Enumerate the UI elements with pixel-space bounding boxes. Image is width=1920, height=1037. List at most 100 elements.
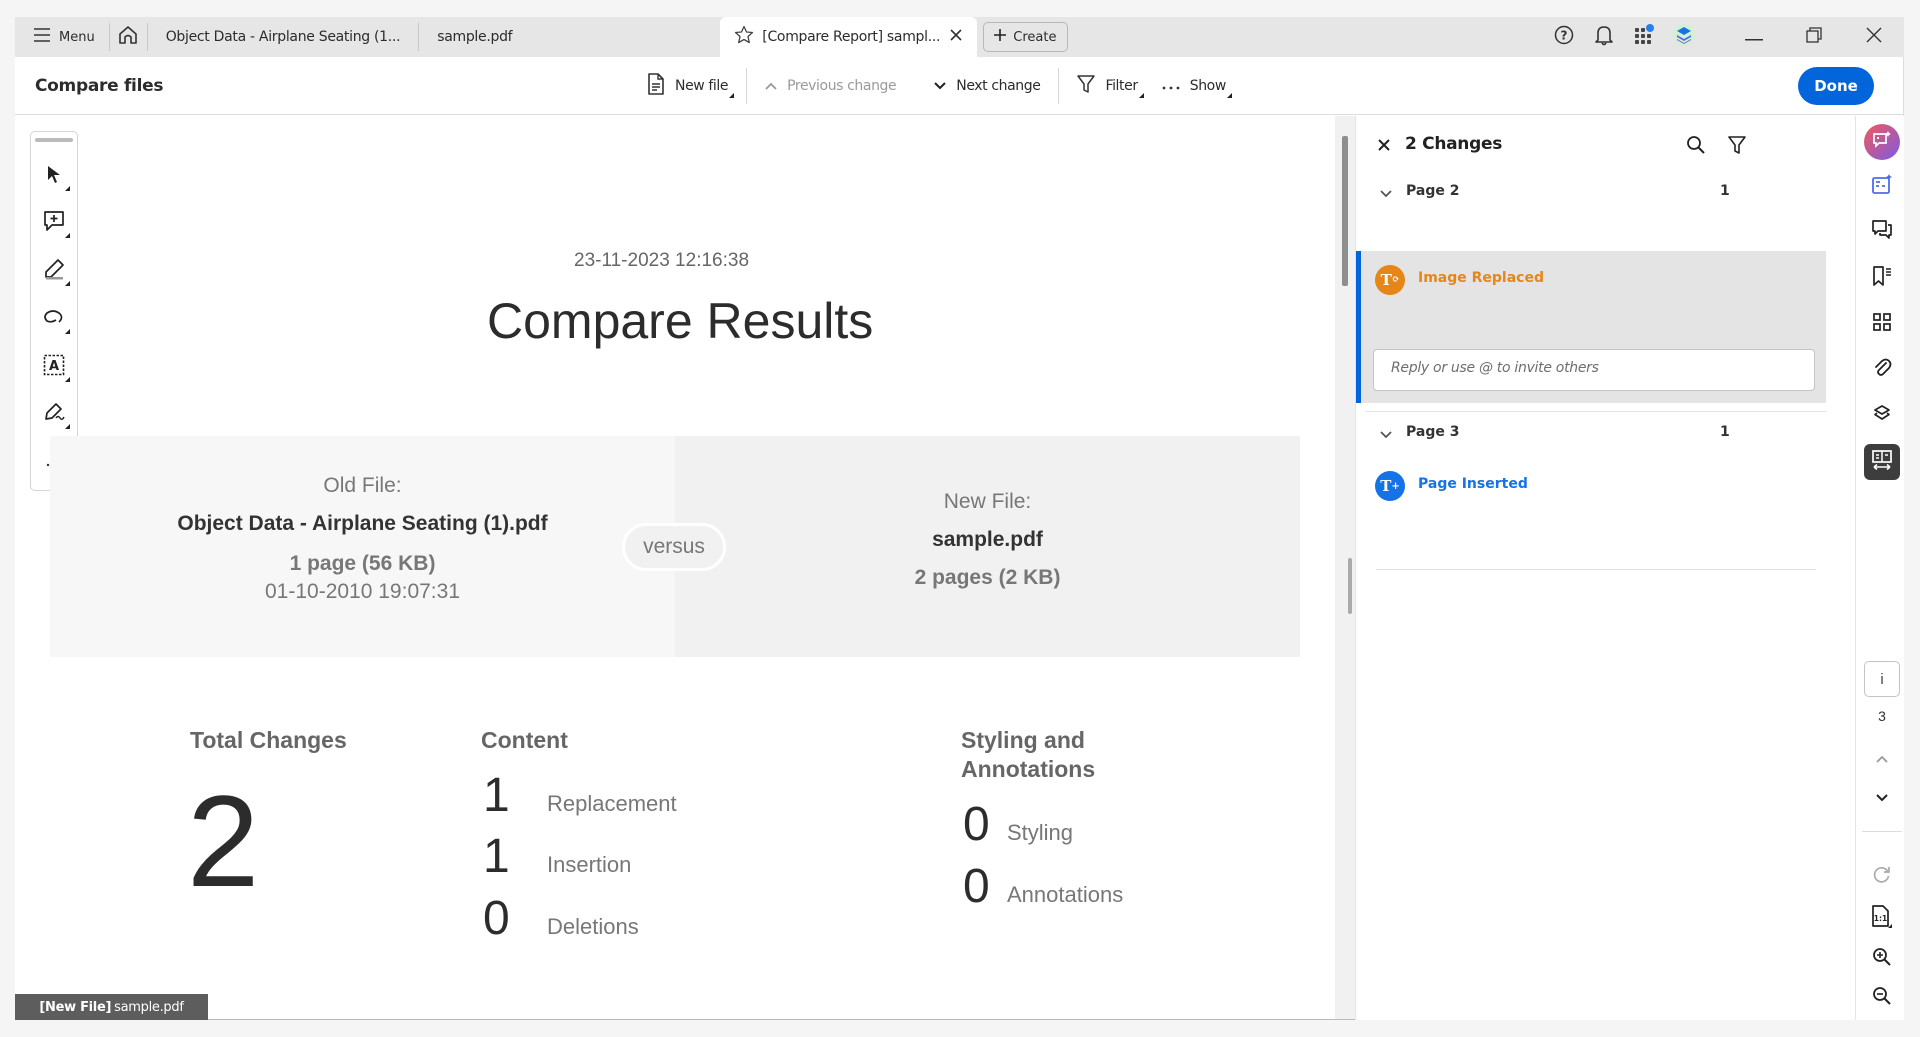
restore-button[interactable] bbox=[1784, 17, 1844, 57]
document-scroll-thumb[interactable] bbox=[1342, 136, 1348, 286]
new-file-name: sample.pdf bbox=[932, 528, 1043, 551]
page-info-button[interactable]: i bbox=[1864, 661, 1900, 697]
generative-summary-button[interactable] bbox=[1864, 168, 1900, 204]
change-item-page-inserted[interactable]: T + Page Inserted bbox=[1356, 461, 1826, 511]
star-icon[interactable] bbox=[734, 25, 754, 49]
text-box-tool-button[interactable]: A bbox=[36, 347, 72, 388]
tab-sample-pdf[interactable]: sample.pdf bbox=[419, 23, 530, 51]
page-group-2[interactable]: Page 2 1 bbox=[1356, 173, 1856, 213]
tab-object-data[interactable]: Object Data - Airplane Seating (1... bbox=[148, 23, 420, 51]
group-divider bbox=[1366, 411, 1826, 412]
apps-button[interactable] bbox=[1624, 17, 1664, 57]
minimize-button[interactable] bbox=[1724, 17, 1784, 57]
compare-toolbar: Compare files New file Previous change N… bbox=[15, 57, 1904, 115]
svg-text:1:1: 1:1 bbox=[1874, 914, 1887, 923]
layers-button[interactable] bbox=[1864, 398, 1900, 434]
attachments-button[interactable] bbox=[1864, 352, 1900, 388]
content-row-replacement: 1 Replacement bbox=[483, 768, 677, 823]
styling-label: Styling bbox=[1007, 820, 1074, 845]
dropdown-corner-icon bbox=[65, 376, 70, 382]
show-button[interactable]: Show bbox=[1150, 68, 1238, 104]
old-file-date: 01-10-2010 19:07:31 bbox=[265, 580, 460, 603]
svg-text:?: ? bbox=[1561, 29, 1568, 43]
toolbar-divider bbox=[746, 67, 748, 104]
page-group-label: Page 3 bbox=[1406, 424, 1460, 440]
old-file-meta: 1 page (56 KB) bbox=[289, 552, 436, 575]
insertion-count: 1 bbox=[483, 830, 510, 883]
new-file-button[interactable]: New file bbox=[635, 68, 740, 104]
reply-input[interactable]: Reply or use @ to invite others bbox=[1373, 349, 1815, 391]
highlighter-icon bbox=[43, 258, 65, 285]
compare-files-button[interactable] bbox=[1864, 444, 1900, 480]
thumbnails-button[interactable] bbox=[1864, 306, 1900, 342]
select-tool-button[interactable] bbox=[36, 156, 72, 197]
rail-divider bbox=[1862, 831, 1902, 832]
plus-icon bbox=[994, 29, 1007, 45]
layers-icon bbox=[1872, 404, 1892, 429]
filter-label: Filter bbox=[1105, 77, 1138, 94]
chevron-down-icon[interactable] bbox=[1380, 424, 1392, 443]
help-button[interactable]: ? bbox=[1544, 17, 1584, 57]
tab-label: [Compare Report] sampl... bbox=[762, 29, 941, 45]
document-icon bbox=[647, 72, 665, 99]
bookmarks-button[interactable] bbox=[1864, 260, 1900, 296]
search-changes-button[interactable] bbox=[1686, 135, 1706, 159]
toolbar-drag-handle[interactable] bbox=[35, 138, 73, 142]
rotate-icon bbox=[1872, 864, 1892, 889]
zoom-out-button[interactable] bbox=[1864, 980, 1900, 1016]
chevron-down-icon[interactable] bbox=[1380, 183, 1392, 202]
sign-tool-button[interactable] bbox=[36, 395, 72, 436]
chevron-up-icon bbox=[1876, 750, 1888, 768]
ai-assistant-button[interactable] bbox=[1664, 17, 1704, 57]
document-scrollbar[interactable] bbox=[1335, 116, 1355, 1020]
svg-text:A: A bbox=[49, 359, 59, 374]
styling-heading-line1: Styling and bbox=[961, 727, 1085, 753]
dropdown-corner-icon bbox=[65, 185, 70, 191]
home-icon bbox=[118, 26, 138, 48]
page-group-3[interactable]: Page 3 1 bbox=[1356, 414, 1856, 454]
chevron-up-icon bbox=[765, 78, 777, 94]
filter-changes-button[interactable] bbox=[1728, 135, 1746, 159]
dropdown-corner-icon bbox=[1138, 92, 1144, 98]
tab-compare-report[interactable]: [Compare Report] sampl... bbox=[720, 17, 978, 57]
menu-button[interactable]: Menu bbox=[15, 23, 110, 51]
tab-label: sample.pdf bbox=[437, 29, 513, 45]
cursor-arrow-icon bbox=[45, 164, 63, 189]
content-row-deletions: 0 Deletions bbox=[483, 891, 639, 946]
close-tab-icon[interactable] bbox=[949, 28, 963, 46]
highlight-tool-button[interactable] bbox=[36, 251, 72, 292]
ai-assistant-rail-button[interactable] bbox=[1864, 124, 1900, 160]
create-button[interactable]: Create bbox=[983, 22, 1068, 52]
files-summary: Old File: Object Data - Airplane Seating… bbox=[50, 436, 1300, 657]
page-group-label: Page 2 bbox=[1406, 183, 1460, 199]
previous-page-button[interactable] bbox=[1864, 741, 1900, 777]
panel-resize-handle[interactable] bbox=[1348, 558, 1352, 614]
zoom-in-button[interactable] bbox=[1864, 941, 1900, 977]
previous-change-button[interactable]: Previous change bbox=[753, 68, 908, 104]
notifications-button[interactable] bbox=[1584, 17, 1624, 57]
app-window: Menu Object Data - Airplane Seating (1..… bbox=[15, 17, 1904, 1020]
styling-heading: Styling and Annotations bbox=[961, 726, 1095, 784]
list-end-divider bbox=[1376, 569, 1816, 570]
actual-size-button[interactable]: 1:1 bbox=[1864, 901, 1900, 937]
right-rail: i 3 1:1 bbox=[1855, 116, 1904, 1020]
rotate-button[interactable] bbox=[1864, 858, 1900, 894]
home-button[interactable] bbox=[110, 23, 148, 51]
filter-button[interactable]: Filter bbox=[1065, 68, 1149, 104]
next-change-button[interactable]: Next change bbox=[922, 68, 1052, 104]
done-button[interactable]: Done bbox=[1798, 67, 1874, 105]
close-window-button[interactable] bbox=[1844, 17, 1904, 57]
next-page-button[interactable] bbox=[1864, 780, 1900, 816]
add-comment-tool-button[interactable] bbox=[36, 204, 72, 245]
comments-button[interactable] bbox=[1864, 214, 1900, 250]
dropdown-corner-icon bbox=[65, 328, 70, 334]
page-group-count: 1 bbox=[1720, 183, 1730, 199]
draw-tool-button[interactable] bbox=[36, 299, 72, 340]
old-file-label: Old File: bbox=[323, 474, 402, 497]
close-panel-button[interactable] bbox=[1378, 136, 1390, 156]
insertion-label: Insertion bbox=[547, 852, 632, 877]
new-file-label: New File: bbox=[943, 490, 1032, 513]
total-changes-value: 2 bbox=[187, 768, 260, 914]
change-item-image-replaced[interactable]: T ⟳ Image Replaced Reply or use @ to invi… bbox=[1356, 251, 1826, 403]
annotations-label: Annotations bbox=[1007, 882, 1124, 907]
